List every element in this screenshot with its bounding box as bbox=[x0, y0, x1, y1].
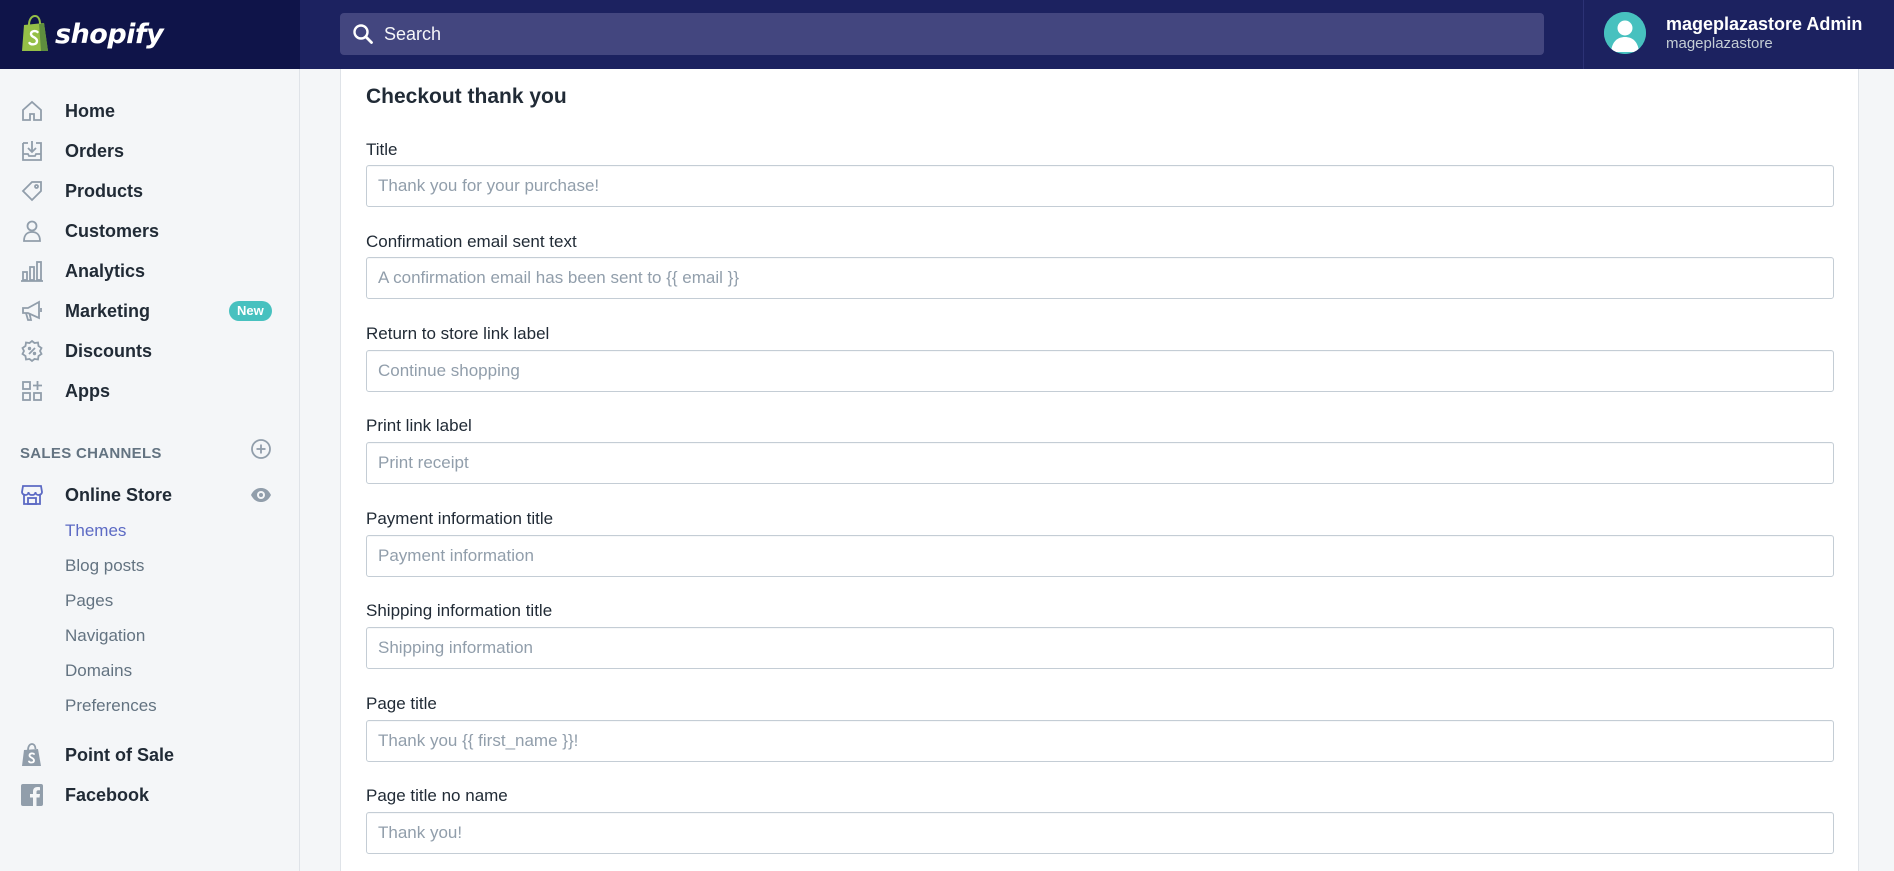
page-title-input[interactable] bbox=[366, 720, 1834, 762]
section-title: Checkout thank you bbox=[366, 85, 567, 108]
sidebar-item-facebook[interactable]: Facebook bbox=[0, 775, 299, 815]
sidebar-item-label: Point of Sale bbox=[65, 744, 175, 765]
confirmation-email-text-input[interactable] bbox=[366, 257, 1834, 299]
print-link-input[interactable] bbox=[366, 442, 1834, 484]
search-input[interactable]: Search bbox=[384, 24, 441, 45]
page-title-no-name-input[interactable] bbox=[366, 812, 1834, 854]
shopify-bag-icon bbox=[22, 15, 48, 51]
new-badge: New bbox=[229, 301, 272, 321]
sidebar-item-label: Home bbox=[65, 100, 116, 121]
sidebar-item-label: Discounts bbox=[65, 340, 153, 361]
bar-chart-icon bbox=[21, 261, 43, 282]
sidebar-item-label: Facebook bbox=[65, 784, 150, 805]
sidebar-item-orders[interactable]: Orders bbox=[0, 131, 299, 171]
user-menu[interactable]: mageplazastore Admin mageplazastore bbox=[1604, 12, 1862, 54]
person-icon bbox=[23, 220, 41, 242]
sidebar-item-label: Apps bbox=[65, 380, 110, 401]
search-bar[interactable]: Search bbox=[340, 13, 1544, 55]
topbar-logo-area: shopify bbox=[0, 0, 300, 69]
megaphone-icon bbox=[22, 300, 42, 321]
eye-icon[interactable] bbox=[250, 487, 272, 503]
checkout-thank-you-card: Checkout thank you Title Confirmation em… bbox=[340, 69, 1859, 871]
sidebar-item-analytics[interactable]: Analytics bbox=[0, 251, 299, 291]
sidebar-item-discounts[interactable]: Discounts bbox=[0, 331, 299, 371]
sidebar-item-label: Products bbox=[65, 180, 144, 201]
sidebar-item-label: Marketing bbox=[65, 300, 151, 321]
add-sales-channel-icon[interactable] bbox=[250, 438, 272, 460]
sidebar-sub-domains[interactable]: Domains bbox=[65, 661, 132, 681]
sidebar: Home Orders Products Customers Analytics… bbox=[0, 69, 300, 871]
sidebar-sub-blog-posts[interactable]: Blog posts bbox=[65, 556, 144, 576]
tag-icon bbox=[21, 181, 42, 202]
user-name: mageplazastore Admin bbox=[1666, 14, 1863, 35]
topbar-divider bbox=[1583, 0, 1584, 69]
return-to-store-input[interactable] bbox=[366, 350, 1834, 392]
apps-icon bbox=[22, 381, 42, 401]
sales-channels-heading: SALES CHANNELS bbox=[20, 445, 162, 462]
search-icon bbox=[353, 24, 373, 44]
facebook-icon bbox=[21, 784, 43, 806]
sidebar-sub-preferences[interactable]: Preferences bbox=[65, 696, 157, 716]
sidebar-sub-themes[interactable]: Themes bbox=[65, 521, 126, 541]
shipping-info-title-input[interactable] bbox=[366, 627, 1834, 669]
confirmation-email-text-label: Confirmation email sent text bbox=[366, 232, 577, 251]
shopify-logo[interactable]: shopify bbox=[19, 14, 164, 54]
discount-icon bbox=[21, 339, 43, 363]
title-input[interactable] bbox=[366, 165, 1834, 207]
sidebar-sub-navigation[interactable]: Navigation bbox=[65, 626, 145, 646]
return-to-store-label: Return to store link label bbox=[366, 324, 550, 343]
page-title-no-name-label: Page title no name bbox=[366, 786, 508, 805]
home-icon bbox=[22, 100, 42, 121]
sidebar-item-online-store[interactable]: Online Store bbox=[0, 475, 299, 515]
store-icon bbox=[21, 485, 43, 505]
print-link-label: Print link label bbox=[366, 416, 472, 435]
sidebar-item-marketing[interactable]: Marketing New bbox=[0, 291, 299, 331]
payment-info-title-label: Payment information title bbox=[366, 509, 554, 528]
user-store-name: mageplazastore bbox=[1666, 34, 1773, 52]
sidebar-item-label: Orders bbox=[65, 140, 125, 161]
sidebar-item-label: Online Store bbox=[65, 484, 173, 505]
logo-text: shopify bbox=[55, 18, 164, 50]
avatar bbox=[1604, 12, 1646, 54]
title-label: Title bbox=[366, 140, 398, 159]
payment-info-title-input[interactable] bbox=[366, 535, 1834, 577]
sidebar-item-point-of-sale[interactable]: Point of Sale bbox=[0, 735, 299, 775]
sidebar-item-customers[interactable]: Customers bbox=[0, 211, 299, 251]
top-bar: shopify Search mageplazastore Admin mage… bbox=[0, 0, 1894, 69]
sidebar-item-apps[interactable]: Apps bbox=[0, 371, 299, 411]
pos-bag-icon bbox=[22, 743, 41, 766]
user-info: mageplazastore Admin mageplazastore bbox=[1666, 14, 1862, 52]
orders-icon bbox=[22, 141, 42, 161]
page-title-label: Page title bbox=[366, 694, 437, 713]
sidebar-item-label: Analytics bbox=[65, 260, 146, 281]
sidebar-sub-pages[interactable]: Pages bbox=[65, 591, 113, 611]
sidebar-item-home[interactable]: Home bbox=[0, 91, 299, 131]
shipping-info-title-label: Shipping information title bbox=[366, 601, 553, 620]
sidebar-item-label: Customers bbox=[65, 220, 160, 241]
sidebar-item-products[interactable]: Products bbox=[0, 171, 299, 211]
